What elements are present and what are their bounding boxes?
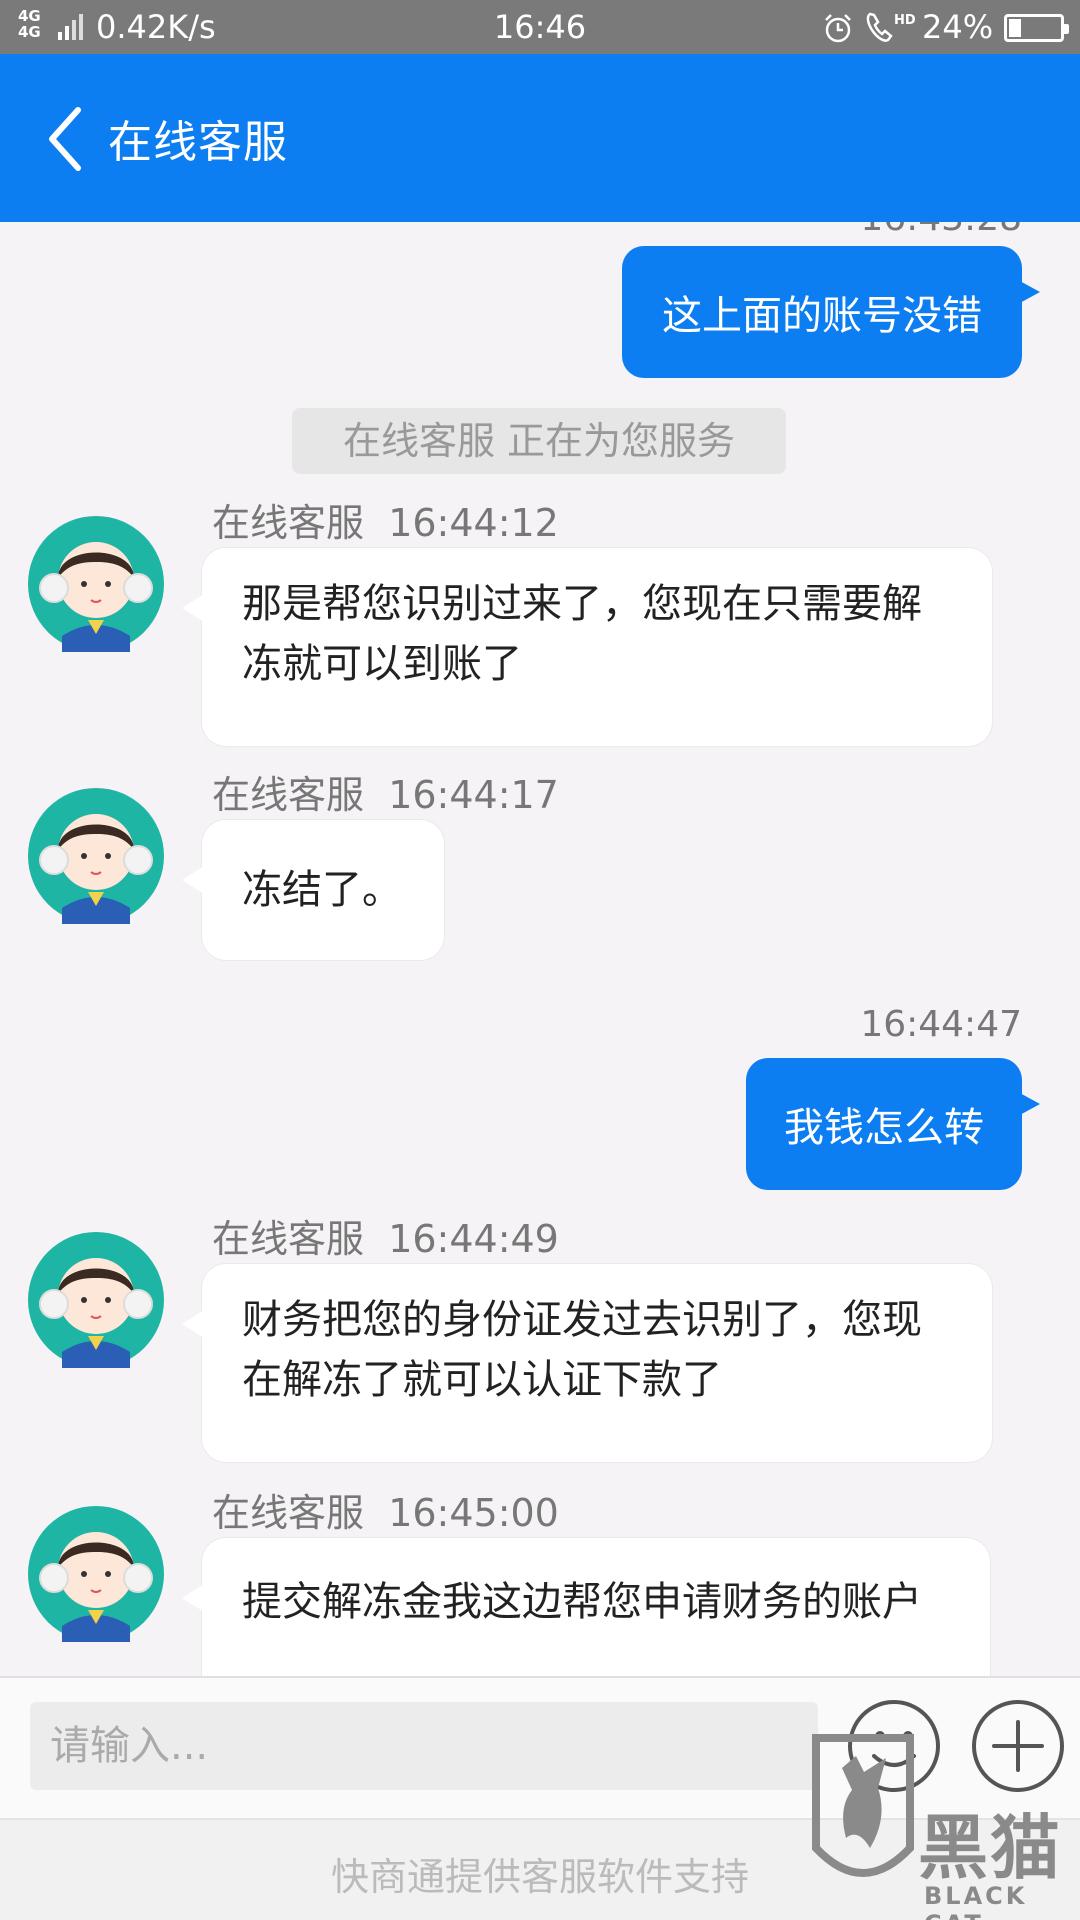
incoming-message[interactable]: 那是帮您识别过来了，您现在只需要解冻就可以到账了 xyxy=(182,548,992,746)
outgoing-message[interactable]: 这上面的账号没错 xyxy=(622,246,1040,378)
app-header: 在线客服 xyxy=(0,54,1080,222)
message-timestamp: 16:44:12 xyxy=(388,501,559,545)
watermark-logo-subtext: BLACK CAT xyxy=(924,1882,1028,1920)
alarm-icon xyxy=(825,14,851,43)
message-text: 冻结了。 xyxy=(242,867,402,913)
message-timestamp: 16:44:17 xyxy=(388,773,559,817)
message-input[interactable] xyxy=(30,1702,818,1790)
battery-icon xyxy=(1004,14,1069,42)
message-text: 那是帮您识别过来了，您现在只需要解冻就可以到账了 xyxy=(242,581,922,687)
add-attachment-icon[interactable] xyxy=(970,1698,1066,1794)
sender-name: 在线客服 xyxy=(212,1491,365,1535)
sender-info: 在线客服 16:44:17 xyxy=(212,764,559,819)
agent-avatar[interactable] xyxy=(28,1506,164,1642)
outgoing-message[interactable]: 我钱怎么转 xyxy=(746,1058,1040,1190)
sender-info: 在线客服 16:44:12 xyxy=(212,492,559,547)
status-bar: 4G 4G 0.42K/s 16:46 HD 24% xyxy=(0,0,1080,54)
message-timestamp: 16:44:47 xyxy=(860,1004,1022,1045)
message-text: 我钱怎么转 xyxy=(784,1105,984,1151)
clock: 16:46 xyxy=(493,8,587,46)
message-timestamp: 16:43:28 xyxy=(860,222,1022,239)
message-text: 财务把您的身份证发过去识别了，您现在解冻了就可以认证下款了 xyxy=(242,1297,922,1403)
sender-name: 在线客服 xyxy=(212,773,365,817)
incoming-message[interactable]: 提交解冻金我这边帮您申请财务的账户 xyxy=(182,1538,990,1676)
sender-info: 在线客服 16:44:49 xyxy=(212,1208,559,1263)
svg-text:HD: HD xyxy=(894,13,916,28)
battery-percent: 24% xyxy=(922,8,994,46)
system-notice: 在线客服 正在为您服务 xyxy=(292,408,786,474)
sender-name: 在线客服 xyxy=(212,501,365,545)
page-title: 在线客服 xyxy=(108,117,288,168)
battery-level xyxy=(1009,19,1021,37)
agent-avatar[interactable] xyxy=(28,516,164,652)
sender-name: 在线客服 xyxy=(212,1217,365,1261)
message-text: 这上面的账号没错 xyxy=(662,293,982,339)
incoming-message[interactable]: 财务把您的身份证发过去识别了，您现在解冻了就可以认证下款了 xyxy=(182,1264,992,1462)
message-text: 提交解冻金我这边帮您申请财务的账户 xyxy=(242,1579,922,1625)
hd-call-icon: HD xyxy=(866,12,916,42)
agent-avatar[interactable] xyxy=(28,1232,164,1368)
message-timestamp: 16:45:00 xyxy=(388,1491,559,1535)
agent-avatar[interactable] xyxy=(28,788,164,924)
footer: 快商通提供客服软件支持 黑猫 BLACK CAT xyxy=(0,1734,1080,1920)
sender-info: 在线客服 16:45:00 xyxy=(212,1482,559,1537)
incoming-message[interactable]: 冻结了。 xyxy=(182,820,444,960)
chat-messages[interactable]: 16:43:28 这上面的账号没错 在线客服 正在为您服务 在线客服 16:44… xyxy=(0,222,1080,1676)
watermark-cat-icon xyxy=(812,1734,914,1877)
watermark-logo-text: 黑猫 xyxy=(918,1807,1062,1889)
message-timestamp: 16:44:49 xyxy=(388,1217,559,1261)
back-arrow-icon[interactable] xyxy=(44,104,88,174)
